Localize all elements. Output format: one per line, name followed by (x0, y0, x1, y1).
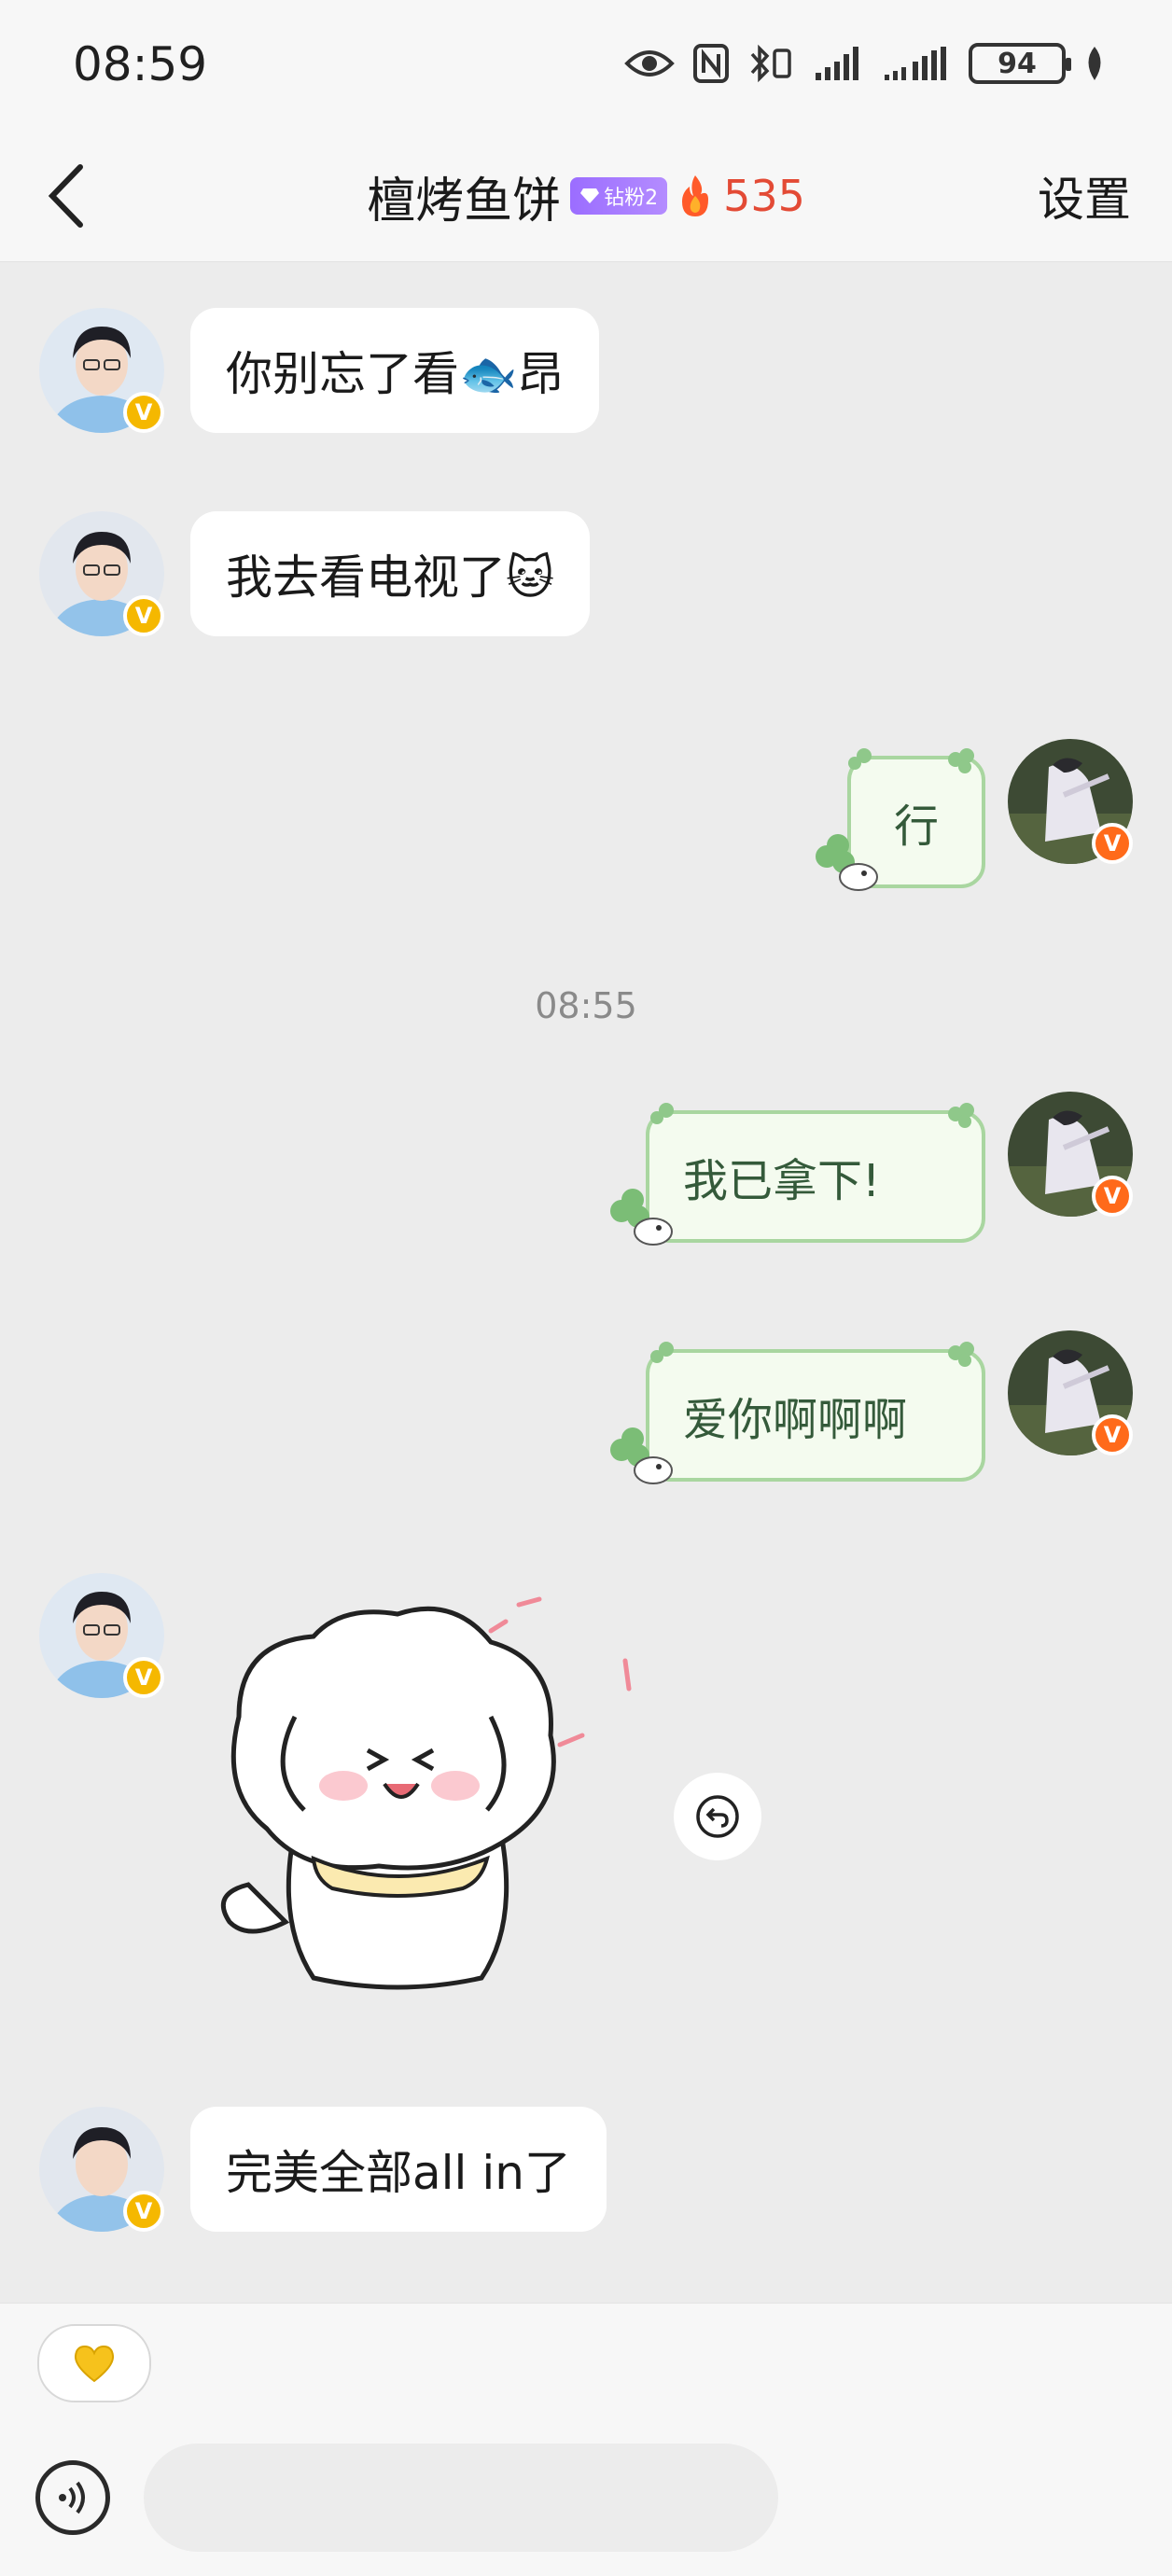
message-input[interactable] (144, 2444, 778, 2552)
signal-1-icon (816, 47, 858, 80)
my-avatar[interactable]: V (1008, 739, 1133, 864)
nfc-icon (693, 44, 729, 83)
nav-bar: 檀烤鱼饼 钻粉2 535 设置 (0, 131, 1172, 262)
contact-avatar[interactable]: V (39, 308, 164, 433)
verified-badge-icon: V (123, 1657, 164, 1698)
verified-badge-icon: V (123, 2191, 164, 2232)
chat-title-group[interactable]: 檀烤鱼饼 钻粉2 535 (0, 159, 1172, 233)
fire-icon (682, 175, 709, 216)
quick-heart-button[interactable] (37, 2324, 151, 2402)
fan-level-label: 钻粉2 (604, 187, 659, 210)
verified-badge-icon: V (1092, 1176, 1133, 1217)
verified-badge-icon: V (1092, 1414, 1133, 1455)
contact-avatar[interactable]: V (39, 1573, 164, 1698)
diamond-icon (580, 188, 600, 203)
status-bar: 08:59 94 (0, 0, 1172, 131)
clover-sticker-decoration (816, 748, 974, 891)
eye-icon (624, 50, 675, 77)
replay-sticker-button[interactable] (674, 1773, 761, 1860)
clover-sticker-decoration (610, 1342, 974, 1484)
leaf-icon (1088, 47, 1101, 80)
message-bubble[interactable]: 你别忘了看🐟昂 (190, 308, 600, 433)
replay-icon (696, 1795, 739, 1838)
verified-badge-icon: V (123, 595, 164, 636)
bluetooth-vibrate-icon (750, 44, 791, 83)
chat-title: 檀烤鱼饼 (367, 173, 562, 230)
message-timestamp: 08:55 (535, 985, 637, 1026)
my-avatar[interactable]: V (1008, 1092, 1133, 1217)
verified-badge-icon: V (1092, 823, 1133, 864)
status-time: 08:59 (73, 37, 208, 91)
verified-badge-icon: V (123, 392, 164, 433)
contact-avatar[interactable]: V (39, 2107, 164, 2232)
settings-button[interactable]: 设置 (1038, 159, 1131, 233)
input-area (0, 2303, 1172, 2576)
voice-wave-icon (59, 2481, 85, 2514)
battery-level: 94 (998, 47, 1037, 80)
contact-avatar[interactable]: V (39, 511, 164, 636)
message-text: 我去看电视了🐱 (226, 550, 555, 605)
message-bubble[interactable]: 完美全部all in了 (190, 2107, 607, 2232)
status-icons: 94 (623, 35, 1107, 91)
fire-streak-count: 535 (723, 171, 805, 221)
my-avatar[interactable]: V (1008, 1330, 1133, 1455)
message-bubble[interactable]: 我去看电视了🐱 (190, 511, 591, 636)
battery-indicator: 94 (969, 43, 1071, 84)
message-text: 完美全部all in了 (226, 2146, 571, 2200)
fan-level-badge: 钻粉2 (570, 177, 668, 215)
puppy-sticker[interactable] (211, 1586, 659, 2015)
message-text: 你别忘了看🐟昂 (226, 347, 565, 401)
clover-sticker-decoration (610, 1103, 974, 1246)
signal-2-icon (885, 47, 946, 80)
voice-input-button[interactable] (35, 2460, 110, 2535)
yellow-heart-icon (74, 2345, 115, 2383)
